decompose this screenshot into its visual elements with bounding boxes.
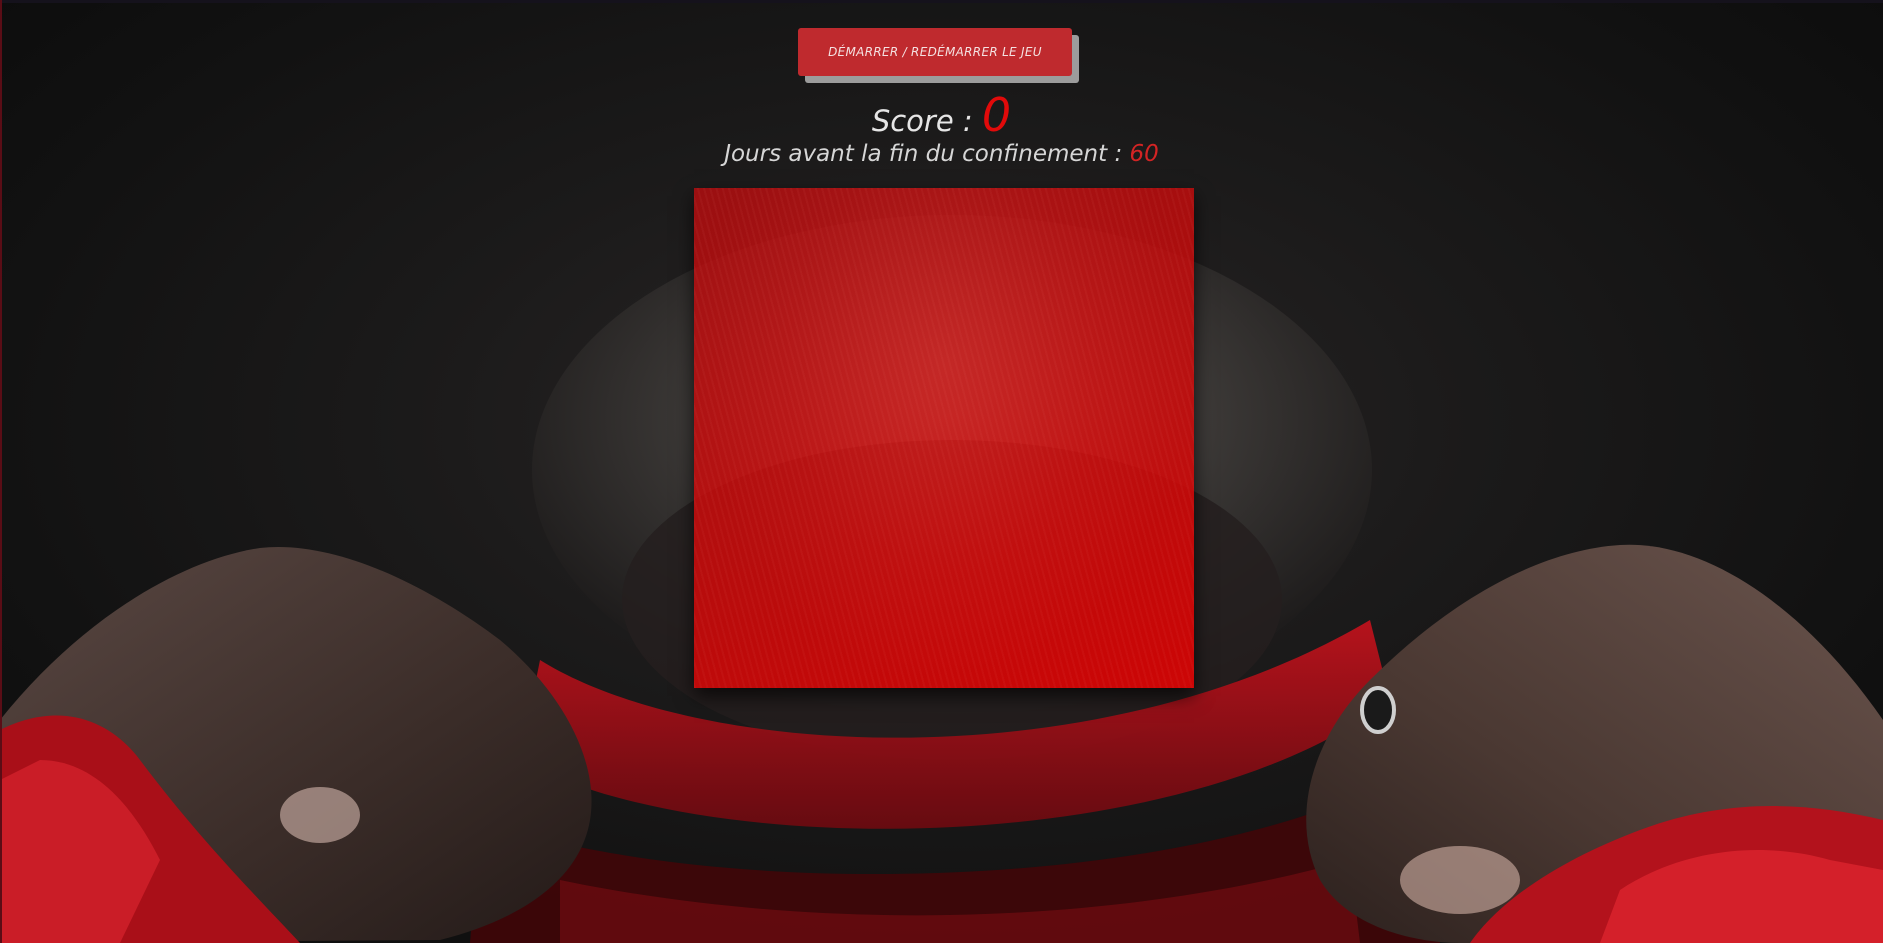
- game-page: DÉMARRER / REDÉMARRER LE JEU Score : 0 J…: [0, 0, 1883, 943]
- game-play-area[interactable]: [694, 188, 1194, 688]
- score-display: Score : 0: [0, 88, 1883, 142]
- start-restart-button[interactable]: DÉMARRER / REDÉMARRER LE JEU: [798, 28, 1072, 76]
- game-area-texture: [694, 188, 1194, 688]
- days-remaining-display: Jours avant la fin du confinement : 60: [0, 141, 1883, 167]
- days-value: 60: [1129, 141, 1159, 167]
- score-value: 0: [981, 88, 1012, 142]
- score-label: Score :: [871, 104, 982, 138]
- days-label: Jours avant la fin du confinement :: [724, 141, 1130, 167]
